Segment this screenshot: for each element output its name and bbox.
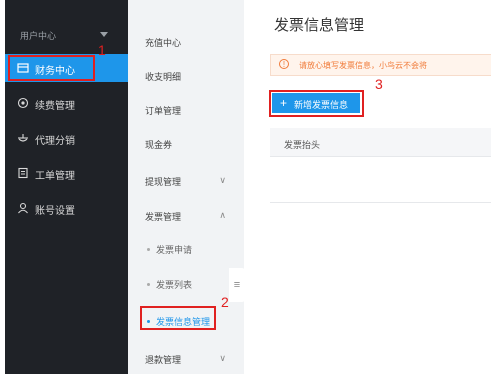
submenu-item-label: 提现管理	[145, 177, 182, 187]
renew-icon	[17, 97, 29, 109]
sidebar-item-agent[interactable]: 代理分销	[5, 124, 128, 152]
column-header-invoice-title: 发票抬头	[284, 140, 321, 150]
submenu-item-invoice[interactable]: 发票管理 ∧	[128, 198, 244, 232]
submenu-item-label: 发票管理	[145, 212, 182, 222]
submenu-item-orders[interactable]: 订单管理	[128, 92, 244, 126]
table-header: 发票抬头	[270, 128, 491, 157]
submenu-item-recharge[interactable]: 充值中心	[128, 24, 244, 58]
bullet-icon	[147, 283, 150, 286]
annotation-box-1	[8, 55, 95, 81]
collapse-menu-button[interactable]: ≡	[229, 268, 245, 302]
bullet-icon	[147, 248, 150, 251]
submenu-child-label: 发票列表	[156, 280, 193, 290]
submenu-item-withdraw[interactable]: 提现管理 ∨	[128, 163, 244, 197]
chevron-down-icon: ∨	[219, 175, 226, 185]
sidebar-item-label: 账号设置	[35, 206, 75, 217]
submenu-item-label: 充值中心	[145, 38, 182, 48]
sidebar-item-label: 续费管理	[35, 101, 75, 112]
submenu-item-label: 现金券	[145, 140, 173, 150]
submenu-child-invoice-apply[interactable]: 发票申请	[128, 234, 244, 264]
ticket-icon	[18, 167, 28, 179]
warning-text: 请放心填写发票信息，小鸟云不会将	[299, 61, 427, 70]
table-body	[270, 157, 491, 203]
annotation-box-3	[269, 90, 364, 117]
submenu-item-statement[interactable]: 收支明细	[128, 58, 244, 92]
chevron-down-icon: ∨	[219, 353, 226, 363]
submenu-item-label: 订单管理	[145, 106, 182, 116]
sidebar-item-tickets[interactable]: 工单管理	[5, 159, 128, 187]
page-title: 发票信息管理	[274, 17, 365, 34]
warning-icon: !	[279, 59, 289, 69]
submenu-child-label: 发票申请	[156, 245, 193, 255]
main-content: 发票信息管理 ! 请放心填写发票信息，小鸟云不会将 + 新增发票信息 发票抬头	[244, 0, 491, 374]
sidebar-item-renewal[interactable]: 续费管理	[5, 89, 128, 117]
sidebar-header[interactable]: 用户中心	[5, 22, 128, 50]
submenu-item-coupons[interactable]: 现金券	[128, 126, 244, 160]
sidebar-item-account[interactable]: 账号设置	[5, 194, 128, 222]
warning-notice: ! 请放心填写发票信息，小鸟云不会将	[270, 54, 491, 76]
sidebar-item-label: 工单管理	[35, 171, 75, 182]
submenu-item-refund[interactable]: 退款管理 ∨	[128, 341, 244, 375]
chevron-up-icon: ∧	[219, 210, 226, 220]
submenu-item-label: 收支明细	[145, 72, 182, 82]
annotation-number-1: 1	[98, 42, 106, 58]
caret-down-icon	[100, 32, 108, 37]
annotation-number-3: 3	[375, 76, 383, 92]
sidebar-item-label: 代理分销	[35, 136, 75, 147]
annotation-number-2: 2	[221, 294, 229, 310]
user-icon	[18, 202, 28, 214]
agent-icon	[18, 134, 28, 142]
sidebar-header-label: 用户中心	[20, 31, 57, 41]
submenu-item-label: 退款管理	[145, 355, 182, 365]
annotation-box-2	[140, 306, 216, 330]
